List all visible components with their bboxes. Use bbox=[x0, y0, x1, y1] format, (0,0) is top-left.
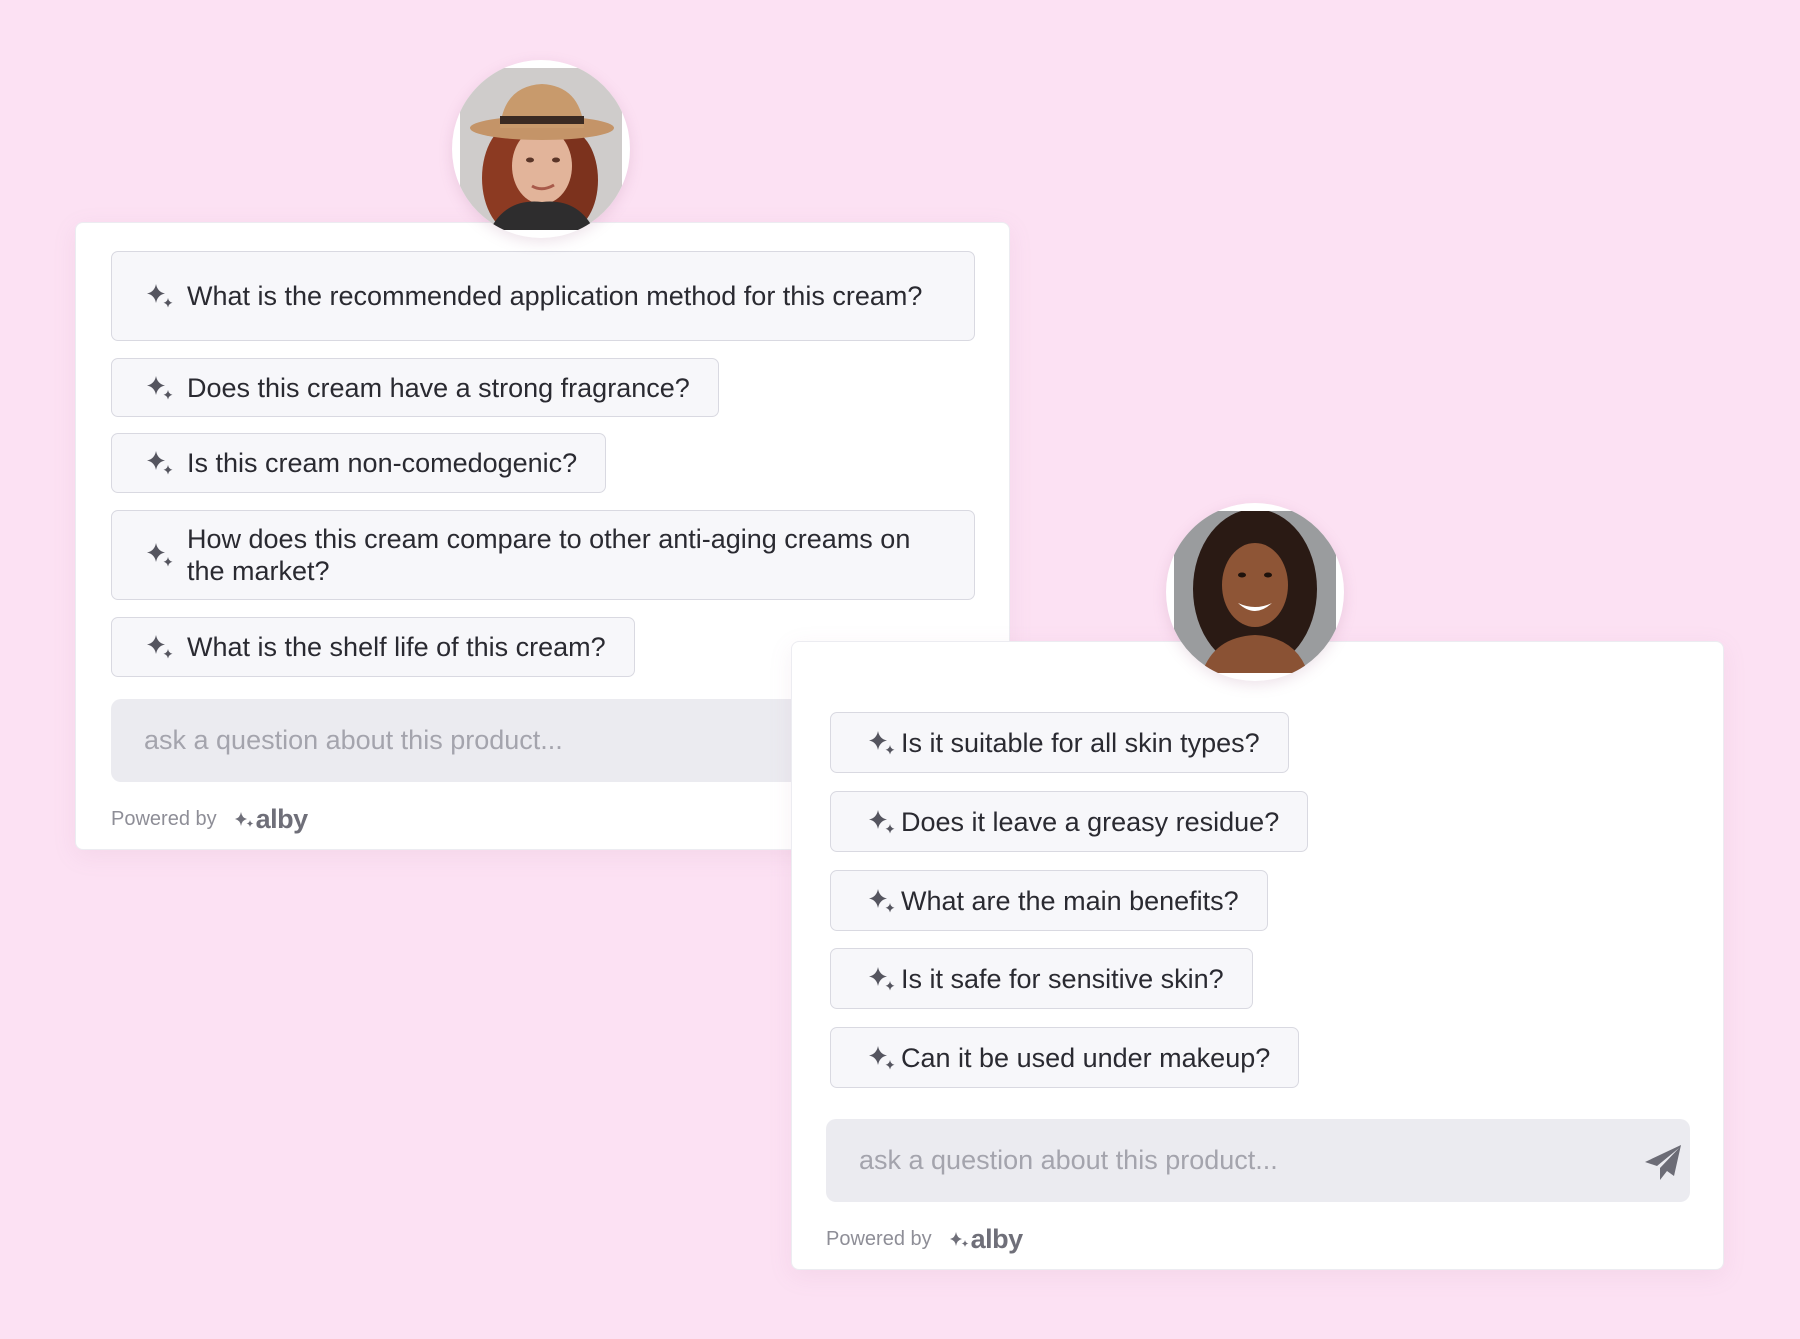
suggested-question-label: What is the shelf life of this cream? bbox=[187, 632, 606, 662]
suggested-question-label: Is it suitable for all skin types? bbox=[901, 727, 1260, 758]
sparkle-icon bbox=[867, 964, 897, 994]
alby-logo-icon bbox=[949, 1231, 969, 1247]
suggested-question-label: How does this cream compare to other ant… bbox=[187, 524, 911, 586]
suggested-question-chip[interactable]: What are the main benefits? bbox=[830, 870, 1268, 931]
alby-logo-icon bbox=[234, 811, 254, 827]
suggested-question-chip[interactable]: Is it safe for sensitive skin? bbox=[830, 948, 1253, 1009]
suggested-question-chip[interactable]: What is the shelf life of this cream? bbox=[111, 617, 635, 677]
alby-brand-name: alby bbox=[255, 804, 309, 834]
alby-logo[interactable]: alby bbox=[948, 1224, 1023, 1255]
suggested-question-chip[interactable]: Does this cream have a strong fragrance? bbox=[111, 358, 719, 417]
suggested-question-label: Is this cream non-comedogenic? bbox=[187, 448, 578, 478]
suggested-question-label: Can it be used under makeup? bbox=[901, 1042, 1271, 1073]
suggested-question-chip[interactable]: Does it leave a greasy residue? bbox=[830, 791, 1309, 852]
sparkle-icon bbox=[145, 540, 175, 570]
powered-by-footer: Powered by alby bbox=[826, 1224, 1023, 1255]
suggested-question-chip[interactable]: Can it be used under makeup? bbox=[830, 1027, 1300, 1088]
sparkle-icon bbox=[145, 373, 175, 403]
suggested-question-chip[interactable]: How does this cream compare to other ant… bbox=[111, 510, 975, 600]
powered-by-footer: Powered by alby bbox=[111, 804, 308, 835]
powered-by-label: Powered by bbox=[826, 1228, 932, 1250]
suggested-question-chip[interactable]: Is it suitable for all skin types? bbox=[830, 712, 1289, 773]
powered-by-label: Powered by bbox=[111, 808, 217, 830]
suggested-question-label: What are the main benefits? bbox=[901, 885, 1239, 916]
avatar-woman-smiling bbox=[1166, 503, 1344, 681]
sparkle-icon bbox=[867, 728, 897, 758]
sparkle-icon bbox=[145, 632, 175, 662]
ask-question-input[interactable] bbox=[826, 1119, 1690, 1202]
avatar-woman-hat-photo bbox=[460, 68, 622, 230]
alby-logo[interactable]: alby bbox=[233, 804, 308, 835]
suggested-question-label: What is the recommended application meth… bbox=[187, 281, 923, 311]
suggested-question-label: Is it safe for sensitive skin? bbox=[901, 963, 1224, 994]
sparkle-icon bbox=[145, 281, 175, 311]
sparkle-icon bbox=[867, 1043, 897, 1073]
sparkle-icon bbox=[867, 807, 897, 837]
suggested-question-label: Does this cream have a strong fragrance? bbox=[187, 372, 690, 403]
sparkle-icon bbox=[145, 448, 175, 478]
send-icon[interactable] bbox=[1643, 1142, 1683, 1182]
sparkle-icon bbox=[867, 886, 897, 916]
suggested-question-chip[interactable]: Is this cream non-comedogenic? bbox=[111, 433, 607, 493]
suggested-question-label: Does it leave a greasy residue? bbox=[901, 806, 1280, 837]
avatar-woman-smiling-photo bbox=[1174, 511, 1336, 673]
avatar-woman-hat bbox=[452, 60, 630, 238]
suggested-question-chip[interactable]: What is the recommended application meth… bbox=[111, 251, 975, 341]
product-qa-widget-b: Is it suitable for all skin types? Does … bbox=[791, 641, 1724, 1270]
alby-brand-name: alby bbox=[970, 1224, 1024, 1254]
